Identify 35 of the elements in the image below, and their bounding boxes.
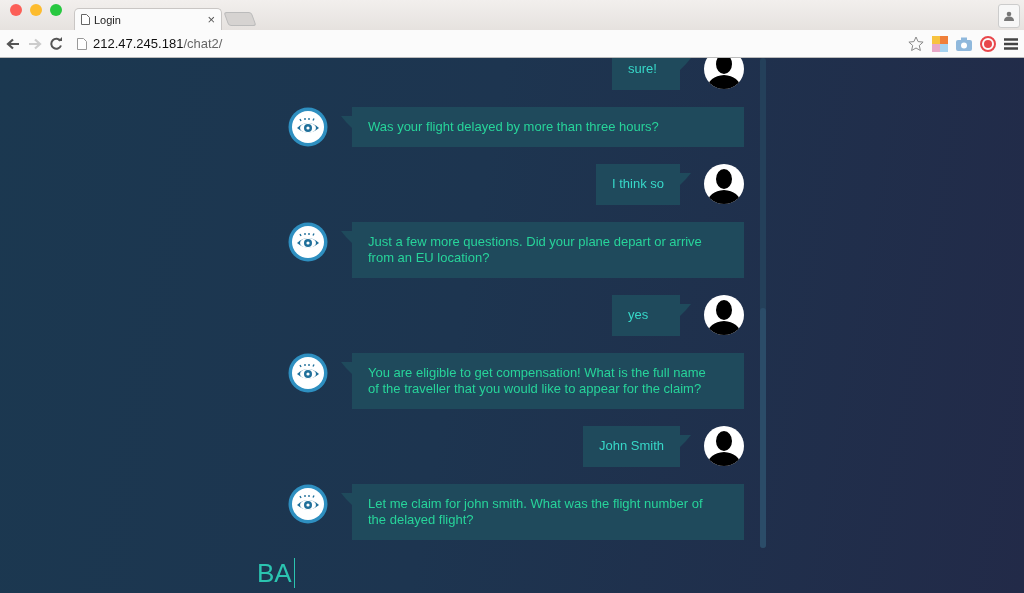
browser-tab[interactable]: Login × — [74, 8, 222, 30]
back-icon[interactable] — [6, 37, 20, 50]
eye-avatar-icon — [288, 222, 328, 262]
eye-avatar-icon — [288, 107, 328, 147]
close-window-icon[interactable] — [10, 4, 22, 16]
eye-avatar-icon — [288, 484, 328, 524]
document-icon — [81, 14, 90, 25]
bot-message: Let me claim for john smith. What was the flight number of the delayed flight? — [341, 484, 744, 540]
user-avatar-icon — [704, 164, 744, 204]
page-icon — [77, 37, 87, 50]
user-message: yes — [612, 295, 691, 336]
bookmark-star-icon[interactable] — [908, 35, 924, 52]
forward-icon[interactable] — [28, 37, 42, 50]
close-tab-button[interactable]: × — [207, 12, 215, 27]
minimize-window-icon[interactable] — [30, 4, 42, 16]
user-avatar-icon — [704, 426, 744, 466]
new-tab-button[interactable] — [223, 12, 257, 26]
input-field[interactable]: BA — [257, 558, 295, 588]
user-message: I think so — [595, 164, 691, 205]
camera-icon[interactable] — [956, 36, 972, 51]
record-icon[interactable] — [980, 35, 996, 52]
eye-avatar-icon — [288, 353, 328, 393]
user-message: John Smith — [582, 426, 691, 467]
maximize-window-icon[interactable] — [50, 4, 62, 16]
bot-message: Was your flight delayed by more than three hours? — [341, 107, 744, 147]
profile-button[interactable] — [998, 4, 1020, 28]
scrollbar[interactable] — [760, 58, 766, 548]
bot-message: You are eligible to get compensation! What is the full name of the traveller that you would like to appear for the claim? — [341, 353, 744, 409]
user-avatar-icon — [704, 295, 744, 335]
user-message: sure! — [612, 58, 691, 90]
extension-icon[interactable] — [932, 35, 948, 52]
bot-message: Just a few more questions. Did your plane depart or arrive from an EU location? — [341, 222, 744, 278]
person-icon — [1004, 11, 1014, 21]
reload-icon[interactable] — [50, 37, 63, 50]
menu-icon[interactable] — [1004, 37, 1018, 50]
